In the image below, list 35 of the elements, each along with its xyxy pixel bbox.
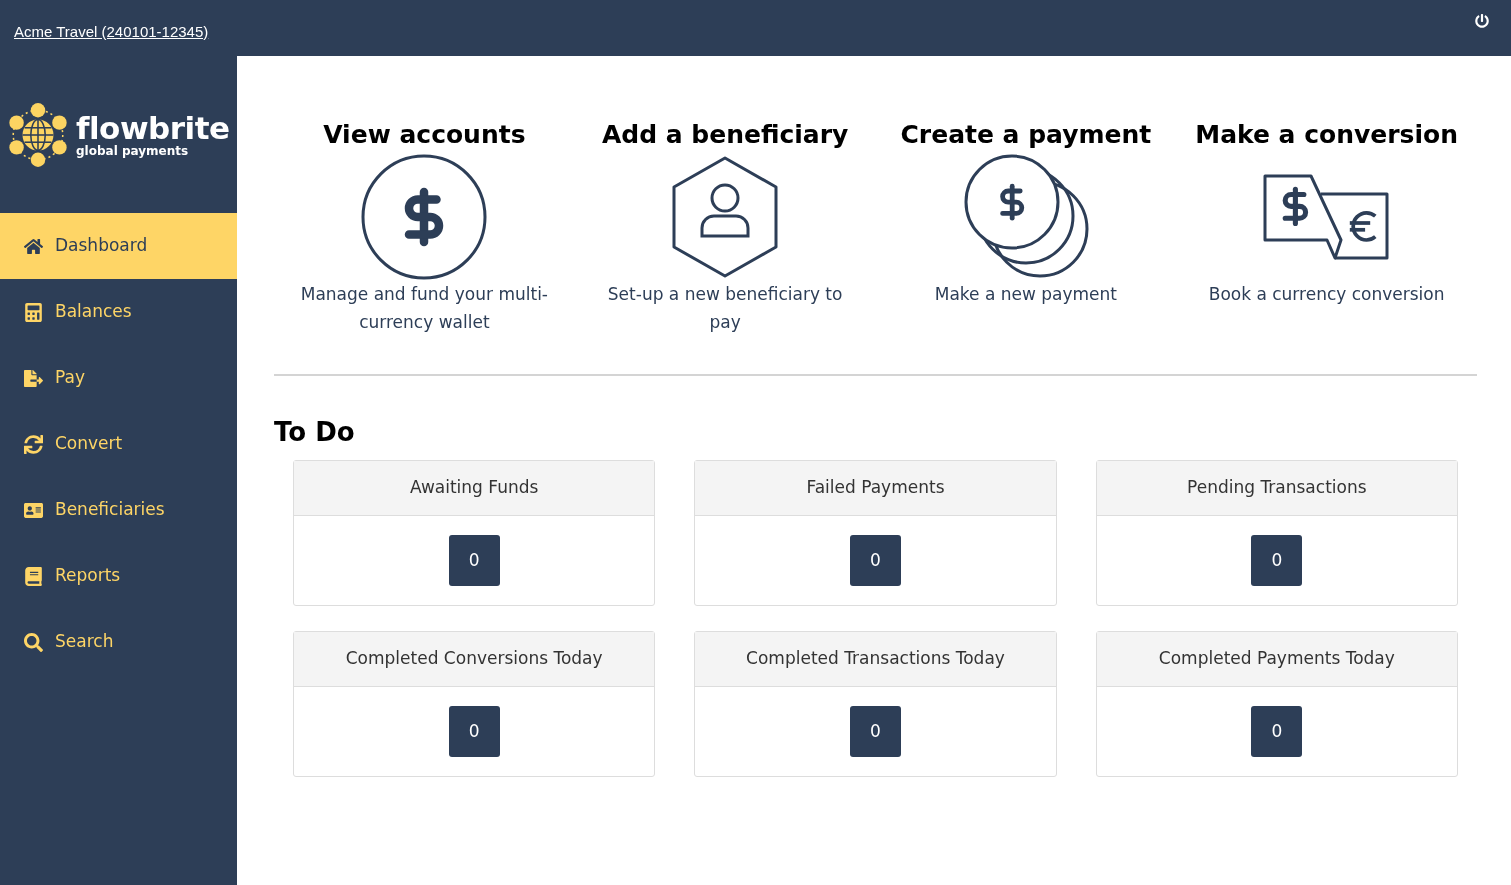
count-button[interactable]: 0 (850, 706, 901, 757)
sidebar-item[interactable]: Convert (0, 411, 237, 477)
count-button[interactable]: 0 (1251, 535, 1303, 586)
sidebar-item[interactable]: Beneficiaries (0, 477, 237, 543)
count-button[interactable]: 0 (448, 706, 500, 757)
card-title: Completed Conversions Today (345, 647, 603, 671)
card-title: Awaiting Funds (409, 476, 539, 500)
action-description: Book a currency conversion (1207, 283, 1446, 306)
action-description: Manage and fund your multi-currency wallet (299, 283, 549, 334)
action-tile[interactable]: View accounts Manage and fund your multi-currency wallet (274, 116, 575, 336)
logo-tagline: global payments (76, 143, 190, 158)
count-button[interactable]: 0 (1251, 706, 1303, 757)
card-title: Completed Payments Today (1158, 647, 1395, 671)
action-description: Set-up a new beneficiary to pay (606, 283, 844, 334)
sidebar-item[interactable]: Search (0, 609, 237, 675)
sidebar-item[interactable]: Reports (0, 543, 237, 609)
action-tile[interactable]: Add a beneficiary Set-up a new beneficiary to pay (574, 116, 876, 336)
section-title: To Do (274, 416, 356, 449)
count-button[interactable]: 0 (448, 535, 500, 586)
action-title: Make a conversion (1195, 119, 1458, 151)
action-description: Make a new payment (933, 283, 1118, 306)
card-title: Completed Transactions Today (746, 647, 1005, 671)
sidebar-item[interactable]: Dashboard (0, 213, 237, 279)
sidebar-item[interactable]: Pay (0, 345, 237, 411)
logo-name: flowbrite (76, 111, 230, 144)
card-title: Failed Payments (806, 476, 945, 500)
action-title: View accounts (323, 119, 526, 151)
count-button[interactable]: 0 (850, 535, 901, 586)
account-link[interactable]: Acme Travel (240101-12345) (14, 20, 209, 43)
card-title: Pending Transactions (1187, 476, 1367, 500)
action-tile[interactable]: Make a conversion Book a currency conversion (1176, 116, 1477, 336)
action-title: Create a payment (900, 119, 1152, 151)
sidebar-item[interactable]: Balances (0, 279, 237, 345)
action-title: Add a beneficiary (601, 119, 849, 151)
action-tile[interactable]: Create a payment Make a new payment (875, 116, 1177, 336)
